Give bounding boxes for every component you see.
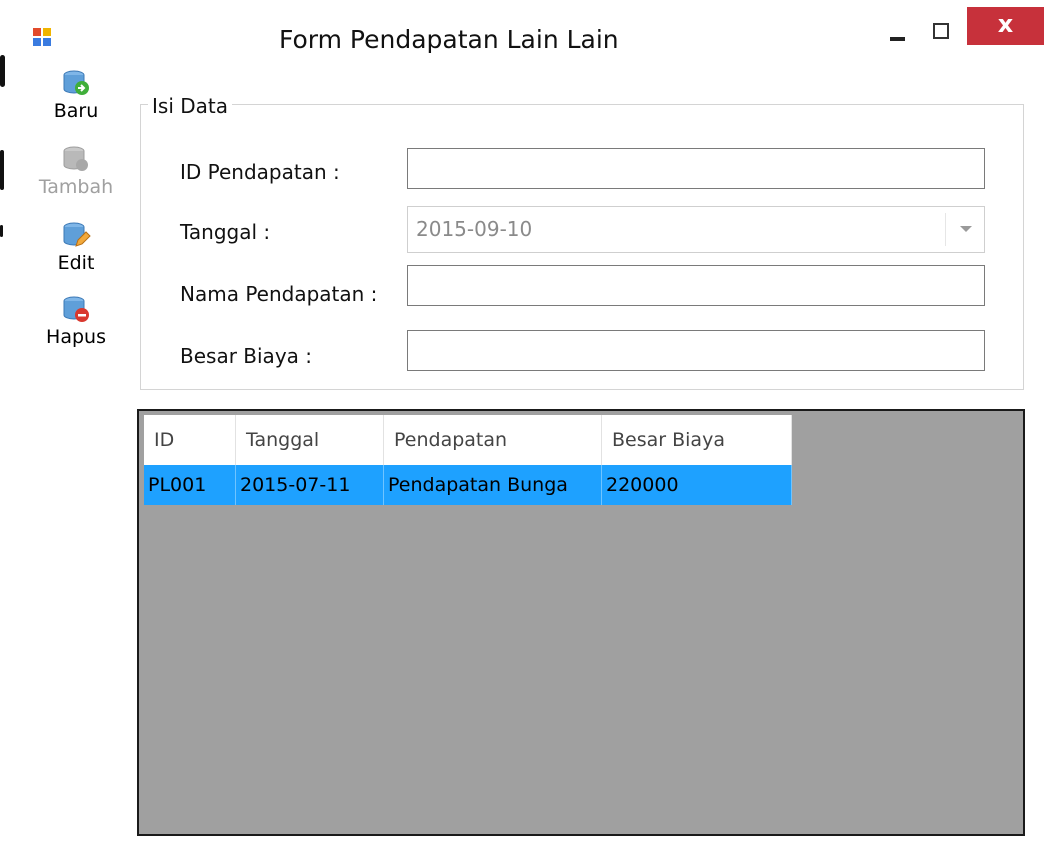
cell-id[interactable]: PL001 bbox=[144, 465, 236, 505]
column-header-cost[interactable]: Besar Biaya bbox=[602, 415, 792, 465]
name-label: Nama Pendapatan : bbox=[180, 282, 378, 306]
delete-database-icon bbox=[63, 296, 89, 322]
title-bar[interactable]: Form Pendapatan Lain Lain x bbox=[14, 0, 1055, 80]
edit-database-icon bbox=[63, 222, 91, 247]
groupbox-title: Isi Data bbox=[148, 94, 232, 118]
column-header-id[interactable]: ID bbox=[144, 415, 236, 465]
column-header-income[interactable]: Pendapatan bbox=[384, 415, 602, 465]
column-header-date[interactable]: Tanggal bbox=[236, 415, 384, 465]
date-picker[interactable]: 2015-09-10 bbox=[407, 206, 985, 253]
edit-button[interactable]: Edit bbox=[21, 220, 131, 274]
add-button[interactable]: Tambah bbox=[21, 144, 131, 198]
id-field[interactable] bbox=[407, 148, 985, 189]
grid-header: ID Tanggal Pendapatan Besar Biaya bbox=[144, 415, 792, 465]
data-grid[interactable]: ID Tanggal Pendapatan Besar Biaya PL001 … bbox=[137, 409, 1025, 836]
delete-button[interactable]: Hapus bbox=[21, 294, 131, 348]
add-button-label: Tambah bbox=[38, 176, 114, 198]
date-label: Tanggal : bbox=[180, 220, 271, 244]
chevron-down-icon[interactable] bbox=[960, 226, 972, 232]
maximize-button[interactable] bbox=[922, 16, 962, 50]
new-button-label: Baru bbox=[53, 100, 99, 122]
name-field[interactable] bbox=[407, 265, 985, 306]
id-label: ID Pendapatan : bbox=[180, 160, 340, 184]
add-database-icon bbox=[63, 70, 89, 95]
minimize-button[interactable] bbox=[876, 20, 916, 50]
cell-date[interactable]: 2015-07-11 bbox=[236, 465, 384, 505]
cost-field[interactable] bbox=[407, 330, 985, 371]
cell-income[interactable]: Pendapatan Bunga bbox=[384, 465, 602, 505]
window-title: Form Pendapatan Lain Lain bbox=[279, 25, 619, 54]
new-button[interactable]: Baru bbox=[21, 68, 131, 122]
table-row[interactable]: PL001 2015-07-11 Pendapatan Bunga 220000 bbox=[144, 465, 792, 505]
cost-label: Besar Biaya : bbox=[180, 344, 313, 368]
save-database-icon bbox=[63, 146, 88, 171]
app-icon bbox=[33, 28, 51, 46]
close-button[interactable]: x bbox=[967, 7, 1044, 45]
edit-button-label: Edit bbox=[57, 252, 95, 274]
date-value: 2015-09-10 bbox=[416, 217, 533, 241]
delete-button-label: Hapus bbox=[46, 326, 106, 348]
cell-cost[interactable]: 220000 bbox=[602, 465, 792, 505]
window-edge bbox=[0, 0, 14, 855]
